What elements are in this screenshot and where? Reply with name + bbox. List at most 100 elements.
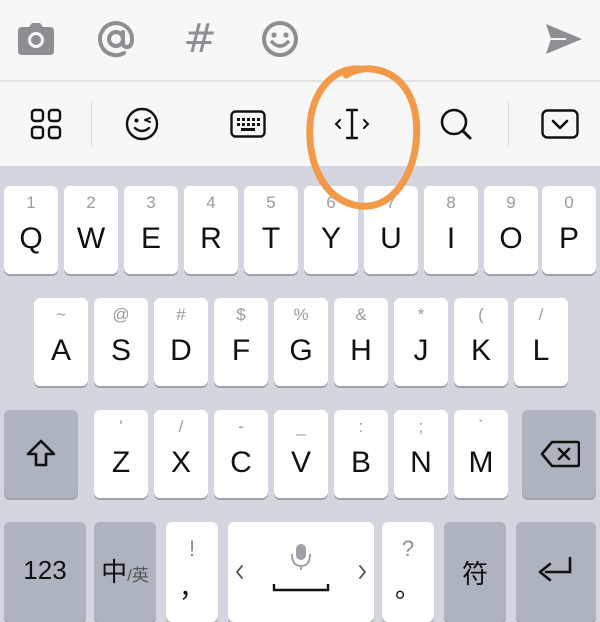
- key-j[interactable]: * J: [394, 298, 448, 386]
- space-key-glyphs: [235, 544, 367, 592]
- key-n[interactable]: ; N: [394, 410, 448, 498]
- search-icon[interactable]: [434, 104, 478, 144]
- cursor-icon[interactable]: [330, 104, 374, 144]
- language-label: 中/英: [94, 552, 156, 589]
- key-sub: #: [176, 305, 186, 324]
- key-main: P: [558, 222, 579, 255]
- key-k[interactable]: (K: [454, 298, 508, 386]
- keyboard-icon[interactable]: [226, 104, 270, 144]
- key-main: V: [290, 446, 311, 479]
- at-icon[interactable]: [96, 18, 136, 60]
- key-v[interactable]: _ V: [274, 410, 328, 498]
- key-s[interactable]: @ S: [94, 298, 148, 386]
- collapse-keyboard-icon[interactable]: [538, 104, 582, 144]
- key-y[interactable]: 6Y: [304, 186, 358, 274]
- key-x[interactable]: / X: [154, 410, 208, 498]
- grid-icon[interactable]: [24, 104, 68, 144]
- key-main: Q: [19, 222, 43, 255]
- key-sub: ;: [418, 417, 424, 436]
- fn-divider: [91, 102, 92, 146]
- key-e[interactable]: 3E: [124, 186, 178, 274]
- key-main: U: [380, 222, 402, 255]
- key-main: N: [410, 446, 432, 479]
- key-sub: 6: [326, 193, 336, 212]
- backspace-key[interactable]: [522, 410, 596, 498]
- key-sub: $: [236, 305, 246, 324]
- key-sub: *: [417, 305, 425, 324]
- key-sub: /: [538, 305, 544, 324]
- key-sub: 0: [564, 193, 574, 212]
- send-icon[interactable]: [544, 18, 584, 60]
- wink-emoji-icon[interactable]: [120, 104, 164, 144]
- key-z[interactable]: ' Z: [94, 410, 148, 498]
- key-h[interactable]: & H: [334, 298, 388, 386]
- key-main: I: [446, 222, 456, 255]
- key-sub: (: [478, 305, 484, 324]
- key-sub: _: [296, 417, 306, 436]
- key-main: R: [200, 222, 222, 255]
- key-sub: &: [355, 305, 367, 324]
- language-switch-key[interactable]: 中/英: [94, 522, 156, 622]
- key-main: O: [499, 222, 523, 255]
- comma-key[interactable]: ! ，: [166, 522, 218, 622]
- key-q[interactable]: 1Q: [4, 186, 58, 274]
- keyboard-function-bar: [0, 82, 600, 166]
- key-d[interactable]: # D: [154, 298, 208, 386]
- numbers-key[interactable]: 123: [4, 522, 86, 622]
- return-icon: [538, 556, 572, 582]
- key-main: L: [532, 334, 550, 367]
- shift-key[interactable]: [4, 410, 78, 498]
- key-main: D: [170, 334, 192, 367]
- period-alt: ?: [401, 536, 415, 561]
- key-main: F: [231, 334, 251, 367]
- key-r[interactable]: 4R: [184, 186, 238, 274]
- hash-icon[interactable]: #: [180, 18, 220, 60]
- key-sub: 4: [206, 193, 216, 212]
- key-o[interactable]: 9O: [484, 186, 538, 274]
- key-b[interactable]: :B: [334, 410, 388, 498]
- key-sub: 9: [506, 193, 516, 212]
- key-i[interactable]: 8I: [424, 186, 478, 274]
- key-sub: %: [293, 305, 309, 324]
- key-sub: 1: [26, 193, 36, 212]
- key-main: E: [140, 222, 161, 255]
- key-sub: `: [478, 417, 484, 436]
- symbols-key[interactable]: 符: [444, 522, 506, 622]
- key-sub: 3: [146, 193, 156, 212]
- key-main: A: [50, 334, 71, 367]
- key-a[interactable]: ~ A: [34, 298, 88, 386]
- key-main: H: [350, 334, 372, 367]
- emoji-icon[interactable]: [260, 18, 300, 60]
- language-main: 中: [101, 557, 128, 587]
- key-l[interactable]: / L: [514, 298, 568, 386]
- key-main: M: [468, 446, 494, 479]
- key-u[interactable]: 7U: [364, 186, 418, 274]
- key-main: J: [413, 334, 429, 367]
- key-sub: 5: [266, 193, 276, 212]
- period-key[interactable]: ? 。: [382, 522, 434, 622]
- hash-label: #: [183, 16, 217, 62]
- key-p[interactable]: 0P: [542, 186, 596, 274]
- key-main: Y: [320, 222, 341, 255]
- key-w[interactable]: 2W: [64, 186, 118, 274]
- camera-icon[interactable]: [16, 18, 56, 60]
- key-f[interactable]: $ F: [214, 298, 268, 386]
- return-key[interactable]: [516, 522, 596, 622]
- key-sub: ~: [56, 305, 66, 324]
- symbols-label: 符: [461, 559, 488, 589]
- key-g[interactable]: % G: [274, 298, 328, 386]
- key-t[interactable]: 5T: [244, 186, 298, 274]
- key-main: W: [76, 222, 106, 255]
- space-key[interactable]: [228, 522, 374, 622]
- key-c[interactable]: -C: [214, 410, 268, 498]
- key-sub: ': [119, 417, 123, 436]
- key-sub: -: [238, 417, 244, 436]
- key-sub: 2: [86, 193, 96, 212]
- key-main: X: [170, 446, 191, 479]
- compose-toolbar: #: [0, 0, 600, 80]
- key-sub: @: [112, 305, 130, 324]
- shift-icon: [26, 439, 56, 467]
- key-main: B: [350, 446, 371, 479]
- backspace-icon: [540, 440, 580, 468]
- key-m[interactable]: ` M: [454, 410, 508, 498]
